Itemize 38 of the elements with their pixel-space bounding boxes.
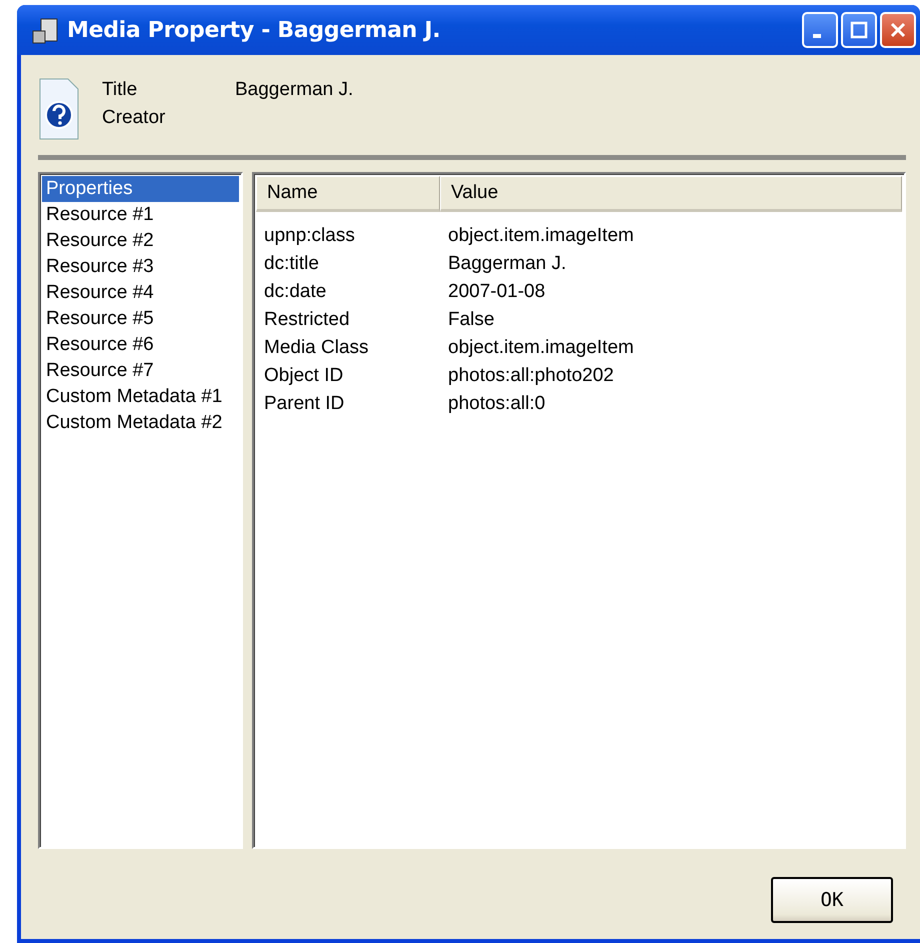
list-item[interactable]: Custom Metadata #1 xyxy=(42,384,239,410)
list-item[interactable]: Resource #4 xyxy=(42,280,239,306)
table-cell-text: False xyxy=(447,308,496,332)
column-header[interactable]: Value xyxy=(440,176,902,212)
minimize-icon xyxy=(813,34,821,38)
list-item[interactable]: Custom Metadata #2 xyxy=(42,410,239,436)
list-item[interactable]: Resource #1 xyxy=(42,202,239,228)
table-cell-text: Baggerman J. xyxy=(447,252,568,276)
table-cell-text: object.item.imageItem xyxy=(447,224,635,248)
window-title: Media Property - Baggerman J. xyxy=(67,18,442,42)
table-cell-text: Restricted xyxy=(263,308,351,332)
table-cell-text: upnp:class xyxy=(263,224,356,248)
list-item[interactable]: Properties xyxy=(42,176,239,202)
table-cell-text: dc:date xyxy=(263,280,328,304)
column-header[interactable]: Name xyxy=(256,176,440,212)
close-button[interactable] xyxy=(880,12,916,48)
table-cell-text: Media Class xyxy=(263,336,370,360)
table-cell-text: photos:all:0 xyxy=(447,392,546,416)
table-cell-text: object.item.imageItem xyxy=(447,336,635,360)
list-item[interactable]: Resource #5 xyxy=(42,306,239,332)
table-cell-text: 2007-01-08 xyxy=(447,280,546,304)
field-label: Title xyxy=(102,79,138,101)
table-cell-text: Parent ID xyxy=(263,392,346,416)
table-cell-text: Object ID xyxy=(263,364,344,388)
list-item[interactable]: Resource #2 xyxy=(42,228,239,254)
list-item[interactable]: Resource #6 xyxy=(42,332,239,358)
table-cell-text: dc:title xyxy=(263,252,320,276)
table-cell-text: photos:all:photo202 xyxy=(447,364,615,388)
maximize-button[interactable] xyxy=(841,12,877,48)
maximize-icon xyxy=(850,21,868,39)
close-icon xyxy=(889,21,907,39)
field-label: Creator xyxy=(102,107,166,129)
list-item[interactable]: Resource #7 xyxy=(42,358,239,384)
help-document-icon xyxy=(38,77,80,141)
ok-button[interactable]: OK xyxy=(771,877,893,923)
list-item[interactable]: Resource #3 xyxy=(42,254,239,280)
minimize-button[interactable] xyxy=(802,12,838,48)
field-value: Baggerman J. xyxy=(235,79,354,101)
